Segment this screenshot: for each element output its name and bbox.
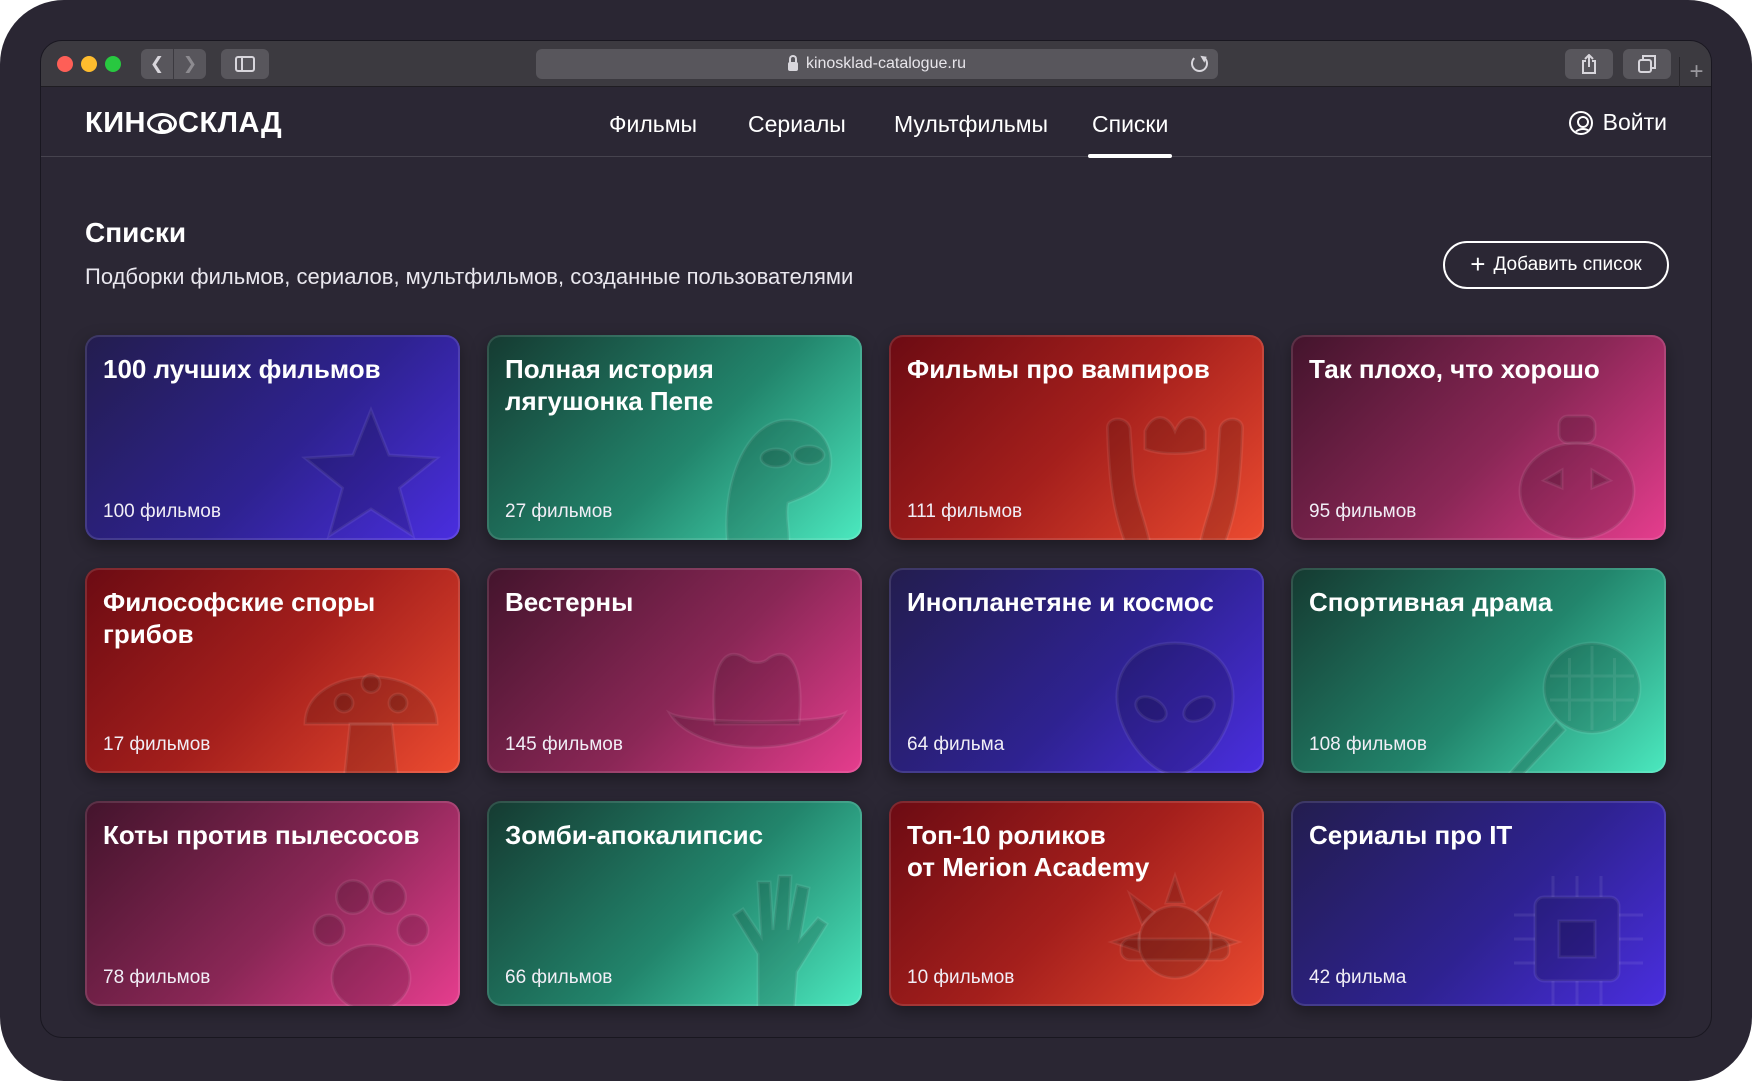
- plus-icon: +: [1689, 58, 1704, 85]
- sidebar-toggle-button[interactable]: [221, 49, 269, 79]
- list-card[interactable]: Вестерны 145 фильмов: [487, 568, 862, 773]
- add-list-button[interactable]: + Добавить список: [1443, 241, 1669, 289]
- login-label: Войти: [1602, 109, 1667, 135]
- list-card[interactable]: Топ-10 роликов от Merion Academy 10 филь…: [889, 801, 1264, 1006]
- chevron-left-icon: ❮: [149, 54, 165, 73]
- nav-item-cartoons[interactable]: Мультфильмы: [894, 111, 1048, 138]
- card-title: Зомби-апокалипсис: [505, 820, 764, 850]
- card-title: Инопланетяне и космос: [907, 587, 1214, 617]
- share-icon: [1582, 54, 1596, 74]
- alien-icon: [1100, 631, 1250, 773]
- card-title: Так плохо, что хорошо: [1309, 354, 1600, 384]
- nav-item-movies[interactable]: Фильмы: [609, 111, 697, 138]
- sad-pumpkin-icon: [1502, 398, 1652, 540]
- tennis-racket-icon: [1502, 631, 1652, 773]
- list-card[interactable]: Полная история лягушонка Пепе 27 фильмов: [487, 335, 862, 540]
- card-count: 27 фильмов: [505, 501, 613, 522]
- paw-icon: [296, 864, 446, 1006]
- site-header: КИН СКЛАД Фильмы Сериалы Мультфильмы Спис…: [41, 87, 1711, 158]
- vampire-fangs-icon: [1100, 398, 1250, 540]
- chevron-right-icon: ❯: [182, 54, 198, 73]
- card-count: 17 фильмов: [103, 734, 211, 755]
- browser-window: ❮ ❯ kinosklad-catalogue.ru + КИН СКЛАД Ф…: [40, 40, 1712, 1038]
- nav-item-series[interactable]: Сериалы: [748, 111, 846, 138]
- chip-icon: [1502, 864, 1652, 1006]
- sidebar-icon: [235, 56, 255, 72]
- list-card[interactable]: Так плохо, что хорошо 95 фильмов: [1291, 335, 1666, 540]
- card-title: Спортивная драма: [1309, 587, 1553, 617]
- list-card[interactable]: Зомби-апокалипсис 66 фильмов: [487, 801, 862, 1006]
- card-count: 108 фильмов: [1309, 734, 1427, 755]
- card-title: Коты против пылесосов: [103, 820, 420, 850]
- main-nav: Фильмы Сериалы Мультфильмы Списки: [41, 87, 1711, 158]
- browser-toolbar: ❮ ❯ kinosklad-catalogue.ru +: [41, 41, 1711, 87]
- star-icon: [296, 398, 446, 540]
- url-text: kinosklad-catalogue.ru: [805, 55, 967, 72]
- card-count: 145 фильмов: [505, 734, 623, 755]
- list-card[interactable]: Коты против пылесосов 78 фильмов: [85, 801, 460, 1006]
- close-window-button[interactable]: [57, 56, 73, 72]
- address-bar[interactable]: kinosklad-catalogue.ru: [536, 49, 1218, 79]
- share-button[interactable]: [1565, 49, 1613, 79]
- card-count: 42 фильма: [1309, 967, 1407, 988]
- minimize-window-button[interactable]: [81, 56, 97, 72]
- reload-icon[interactable]: [1191, 55, 1208, 72]
- maximize-window-button[interactable]: [105, 56, 121, 72]
- card-count: 66 фильмов: [505, 967, 613, 988]
- list-card[interactable]: 100 лучших фильмов 100 фильмов: [85, 335, 460, 540]
- card-count: 78 фильмов: [103, 967, 211, 988]
- card-title: Сериалы про IT: [1309, 820, 1513, 850]
- card-count: 100 фильмов: [103, 501, 221, 522]
- back-button[interactable]: ❮: [141, 49, 173, 79]
- card-count: 10 фильмов: [907, 967, 1015, 988]
- lock-icon: [787, 54, 798, 71]
- cowboy-hat-icon: [662, 631, 852, 773]
- tabs-icon: [1638, 55, 1656, 73]
- card-title: Вестерны: [505, 587, 634, 617]
- mushroom-icon: [296, 631, 446, 773]
- page-subtitle: Подборки фильмов, сериалов, мультфильмов…: [85, 264, 854, 289]
- zombie-hand-icon: [698, 864, 848, 1006]
- nav-item-lists[interactable]: Списки: [1087, 111, 1173, 158]
- tab-overview-button[interactable]: [1623, 49, 1671, 79]
- forward-button[interactable]: ❯: [174, 49, 206, 79]
- card-title: 100 лучших фильмов: [103, 354, 381, 384]
- list-card[interactable]: Философские споры грибов 17 фильмов: [85, 568, 460, 773]
- list-card[interactable]: Фильмы про вампиров 111 фильмов: [889, 335, 1264, 540]
- add-list-label: Добавить список: [1493, 254, 1642, 275]
- page-title: Списки: [85, 217, 187, 248]
- plus-icon: +: [1470, 248, 1486, 279]
- card-title: Фильмы про вампиров: [907, 354, 1210, 384]
- card-count: 64 фильма: [907, 734, 1005, 755]
- card-count: 95 фильмов: [1309, 501, 1417, 522]
- list-card[interactable]: Сериалы про IT 42 фильма: [1291, 801, 1666, 1006]
- user-icon: [1568, 110, 1593, 135]
- sun-glasses-icon: [1100, 864, 1250, 1006]
- list-card[interactable]: Инопланетяне и космос 64 фильма: [889, 568, 1264, 773]
- frog-icon: [698, 398, 848, 540]
- card-count: 111 фильмов: [907, 501, 1023, 522]
- login-button[interactable]: Войти: [1568, 109, 1667, 136]
- new-tab-button[interactable]: +: [1679, 57, 1711, 87]
- list-card[interactable]: Спортивная драма 108 фильмов: [1291, 568, 1666, 773]
- device-frame: ❮ ❯ kinosklad-catalogue.ru + КИН СКЛАД Ф…: [0, 0, 1752, 1081]
- lists-grid: 100 лучших фильмов 100 фильмов Полная ис…: [85, 335, 1666, 1006]
